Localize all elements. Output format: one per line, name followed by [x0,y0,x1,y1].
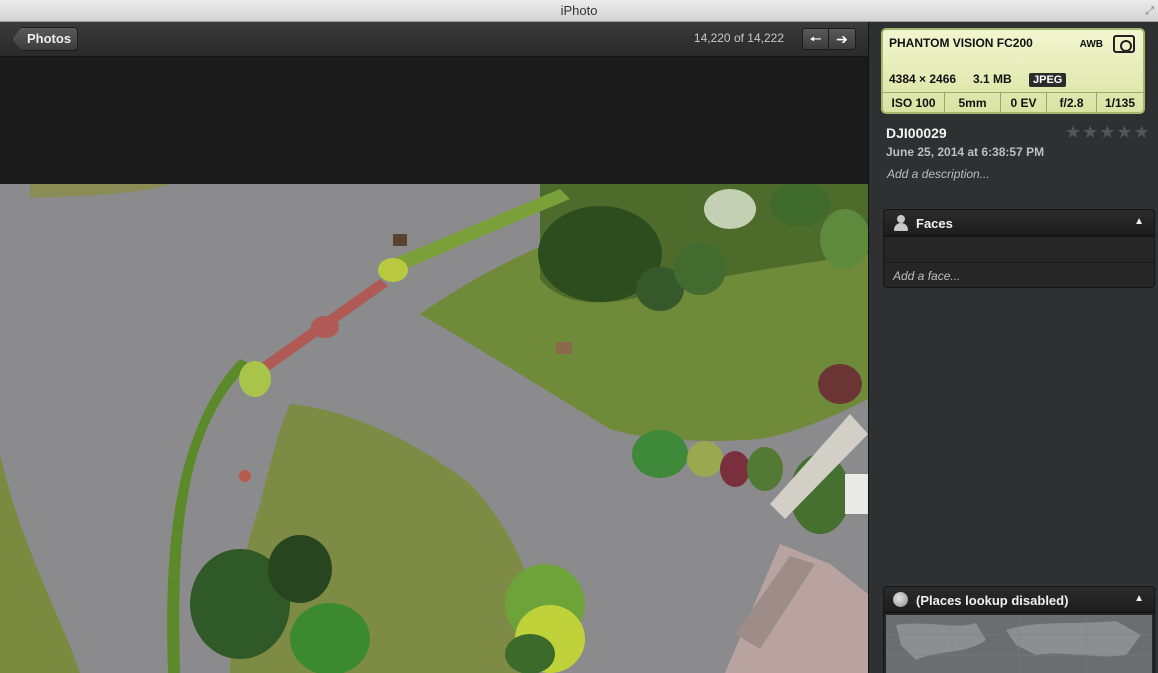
star-rating[interactable]: ★★★★★ [1065,122,1151,143]
window-titlebar: iPhoto ⤢ [0,0,1158,22]
exif-exposure-bias: 0 EV [1001,93,1047,112]
faces-title: Faces [916,216,953,231]
window-title: iPhoto [560,3,598,18]
person-icon [893,215,909,231]
camera-model: PHANTOM VISION FC200 [889,36,1033,50]
right-arrow-icon: ➔ [836,31,848,47]
camera-info-card: PHANTOM VISION FC200 AWB 4384 × 2466 3.1… [881,28,1145,114]
viewer-toolbar: Photos 14,220 of 14,222 🠔 ➔ [0,22,868,57]
fullscreen-icon[interactable]: ⤢ [1145,0,1154,22]
info-sidebar: PHANTOM VISION FC200 AWB 4384 × 2466 3.1… [868,22,1158,673]
aerial-photo-image [0,184,868,673]
photo-counter: 14,220 of 14,222 [693,31,784,45]
exif-aperture: f/2.8 [1047,93,1097,112]
exif-row: ISO 100 5mm 0 EV f/2.8 1/135 [883,92,1143,112]
description-field[interactable]: Add a description... [887,167,990,181]
exif-iso: ISO 100 [883,93,945,112]
collapse-triangle-icon[interactable]: ▲ [1134,593,1144,604]
previous-photo-button[interactable]: 🠔 [802,28,829,50]
photo-title[interactable]: DJI00029 [886,125,947,141]
faces-panel-header[interactable]: Faces ▲ [884,210,1154,236]
next-photo-button[interactable]: ➔ [829,28,856,50]
image-dimensions: 4384 × 2466 [889,72,957,86]
photo-date: June 25, 2014 at 6:38:57 PM [886,145,1045,159]
photo-nav: 🠔 ➔ [802,28,856,50]
exif-focal-length: 5mm [945,93,1001,112]
places-map[interactable] [886,615,1152,673]
faces-panel: Faces ▲ Add a face... [883,209,1155,288]
add-face-field[interactable]: Add a face... [893,269,960,283]
left-arrow-icon: 🠔 [809,31,822,47]
faces-empty-row [884,236,1154,262]
places-title: (Places lookup disabled) [916,593,1069,608]
places-panel-header[interactable]: (Places lookup disabled) ▲ [884,587,1154,613]
photo-viewer [0,58,868,673]
photos-back-label: Photos [27,31,72,46]
aerial-photo[interactable] [0,184,868,673]
star-icon[interactable]: ★★★★★ [1065,122,1151,142]
places-panel: (Places lookup disabled) ▲ [883,586,1155,673]
exif-shutter-speed: 1/135 [1104,96,1136,110]
white-balance: AWB [1079,39,1103,50]
globe-icon [893,592,908,607]
file-size: 3.1 MB [973,72,1012,86]
collapse-triangle-icon[interactable]: ▲ [1134,216,1144,227]
world-map-image [886,615,1152,673]
add-face-row[interactable]: Add a face... [884,262,1154,288]
format-badge: JPEG [1029,73,1067,87]
camera-icon [1113,35,1135,53]
photos-back-button[interactable]: Photos [12,27,78,51]
